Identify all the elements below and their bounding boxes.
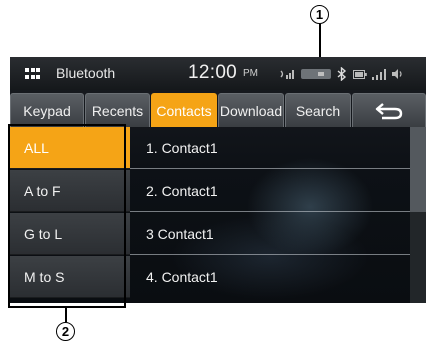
battery-icon — [353, 69, 367, 79]
back-arrow-icon — [375, 102, 403, 119]
grid-menu-icon[interactable] — [25, 68, 40, 79]
contact-row[interactable]: 4. Contact1 — [130, 256, 412, 298]
signal-bars-icon — [372, 68, 386, 80]
callout-2-marker: 2 — [56, 322, 75, 341]
battery-pill-icon — [301, 69, 331, 79]
clock-time: 12:00 — [188, 62, 238, 83]
tab-recents[interactable]: Recents — [85, 93, 150, 127]
back-button[interactable] — [352, 93, 426, 127]
status-icons — [280, 66, 405, 82]
tab-keypad[interactable]: Keypad — [10, 93, 84, 127]
callout-1-marker: 1 — [310, 5, 329, 24]
tab-search[interactable]: Search — [285, 93, 351, 127]
bluetooth-icon — [337, 67, 347, 81]
status-bar: Bluetooth 12:00 PM — [10, 57, 426, 90]
tab-bar: Keypad Recents Contacts Download Search — [10, 90, 426, 127]
tab-download[interactable]: Download — [218, 93, 284, 127]
contact-row[interactable]: 2. Contact1 — [130, 170, 412, 212]
callout-2-leader — [65, 308, 67, 322]
clock-ampm: PM — [243, 68, 258, 79]
contact-row[interactable]: 3 Contact1 — [130, 213, 412, 255]
contact-list: 1. Contact1 2. Contact1 3 Contact1 4. Co… — [130, 127, 426, 303]
app-title: Bluetooth — [56, 65, 116, 81]
tab-contacts[interactable]: Contacts — [151, 93, 217, 127]
phone-signal-icon — [280, 70, 294, 79]
volume-icon — [392, 69, 402, 79]
callout-2-frame — [8, 124, 126, 308]
contact-row[interactable]: 1. Contact1 — [130, 127, 412, 169]
scrollbar-thumb[interactable] — [410, 127, 426, 212]
